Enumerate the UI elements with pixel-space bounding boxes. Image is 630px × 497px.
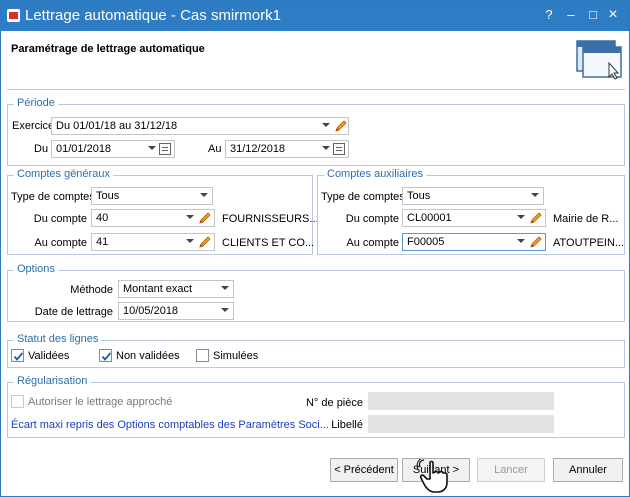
launch-button[interactable]: Lancer <box>477 458 545 482</box>
title-bar[interactable]: Lettrage automatique - Cas smirmork1 ? –… <box>1 1 629 31</box>
piece-field <box>368 392 554 410</box>
autoriser-label: Autoriser le lettrage approché <box>28 396 173 408</box>
previous-button[interactable]: < Précédent <box>330 458 398 482</box>
checkmark-icon <box>101 352 112 361</box>
edit-pencil-icon[interactable] <box>529 211 543 225</box>
ca-au-value[interactable]: F00005 <box>407 236 444 248</box>
chevron-down-icon <box>517 239 525 243</box>
libelle-field <box>368 415 554 433</box>
header-separator <box>7 89 625 90</box>
options-group-title: Options <box>14 263 58 275</box>
cg-au-value: 41 <box>96 236 109 248</box>
chevron-down-icon <box>221 286 229 290</box>
simulees-checkbox[interactable] <box>196 349 209 362</box>
window-title: Lettrage automatique - Cas smirmork1 <box>25 7 281 24</box>
piece-label: N° de pièce <box>306 397 363 409</box>
cg-du-label: Du compte <box>33 213 87 225</box>
chevron-down-icon <box>221 308 229 312</box>
ca-type-label: Type de comptes <box>321 191 405 203</box>
autoriser-checkbox[interactable] <box>11 395 24 408</box>
simulees-label[interactable]: Simulées <box>213 350 258 362</box>
cg-type-label: Type de comptes <box>11 191 95 203</box>
methode-label: Méthode <box>70 284 113 296</box>
lettrage-window: Lettrage automatique - Cas smirmork1 ? –… <box>0 0 630 497</box>
chevron-down-icon <box>531 193 539 197</box>
ca-du-value: CL00001 <box>407 212 452 224</box>
edit-pencil-icon[interactable] <box>198 235 212 249</box>
au-date-value: 31/12/2018 <box>230 143 286 155</box>
close-button[interactable]: × <box>604 6 622 24</box>
chevron-down-icon <box>186 215 194 219</box>
date-lettrage-value: 10/05/2018 <box>123 305 179 317</box>
ca-au-description: ATOUTPEIN... <box>553 237 625 249</box>
chevron-down-icon <box>517 215 525 219</box>
edit-pencil-icon[interactable] <box>198 211 212 225</box>
chevron-down-icon <box>322 146 330 150</box>
exercice-label: Exercice <box>12 120 55 132</box>
ca-type-select[interactable]: Tous <box>402 187 544 205</box>
date-lettrage-label: Date de lettrage <box>34 306 113 318</box>
cg-type-select[interactable]: Tous <box>91 187 213 205</box>
cancel-button[interactable]: Annuler <box>553 458 623 482</box>
du-date-label: Du <box>34 143 49 155</box>
checkmark-icon <box>13 352 24 361</box>
edit-pencil-icon[interactable] <box>334 119 348 133</box>
maximize-button[interactable]: □ <box>584 6 602 24</box>
comptes-generaux-title: Comptes généraux <box>14 168 113 180</box>
hand-cursor-icon <box>416 459 448 493</box>
minimize-button[interactable]: – <box>562 6 580 24</box>
comptes-auxiliaires-title: Comptes auxiliaires <box>324 168 426 180</box>
non-validees-label[interactable]: Non validées <box>116 350 180 362</box>
ca-du-select[interactable]: CL00001 <box>402 209 546 227</box>
ca-au-select[interactable]: F00005 <box>402 233 546 251</box>
date-lettrage-field[interactable]: 10/05/2018 <box>118 302 234 320</box>
methode-value: Montant exact <box>123 283 193 295</box>
cg-au-label: Au compte <box>34 237 87 249</box>
ca-du-label: Du compte <box>345 213 399 225</box>
chevron-down-icon <box>186 239 194 243</box>
du-date-value: 01/01/2018 <box>56 143 112 155</box>
regularisation-group-title: Régularisation <box>14 375 91 387</box>
cg-type-value: Tous <box>96 190 120 202</box>
cg-du-description: FOURNISSEURS... <box>222 213 319 225</box>
chevron-down-icon <box>200 193 208 197</box>
validees-label[interactable]: Validées <box>28 350 69 362</box>
calendar-icon[interactable] <box>333 143 345 155</box>
periode-group-title: Période <box>14 97 58 109</box>
page-title: Paramétrage de lettrage automatique <box>11 43 205 55</box>
statut-group-title: Statut des lignes <box>14 333 102 345</box>
app-icon <box>7 9 20 22</box>
validees-checkbox[interactable] <box>11 349 24 362</box>
ca-du-description: Mairie de R... <box>553 213 619 225</box>
exercice-select[interactable]: Du 01/01/18 au 31/12/18 <box>51 117 349 135</box>
cg-au-select[interactable]: 41 <box>91 233 215 251</box>
du-date-field[interactable]: 01/01/2018 <box>51 140 175 158</box>
non-validees-checkbox[interactable] <box>99 349 112 362</box>
exercice-value: Du 01/01/18 au 31/12/18 <box>56 120 178 132</box>
cg-du-value: 40 <box>96 212 109 224</box>
calendar-icon[interactable] <box>159 143 171 155</box>
cg-au-description: CLIENTS ET CO... <box>222 237 315 249</box>
cg-du-select[interactable]: 40 <box>91 209 215 227</box>
au-date-label: Au <box>208 143 222 155</box>
au-date-field[interactable]: 31/12/2018 <box>225 140 349 158</box>
libelle-label: Libellé <box>331 419 363 431</box>
chevron-down-icon <box>322 123 330 127</box>
ca-au-label: Au compte <box>346 237 399 249</box>
ca-type-value: Tous <box>407 190 431 202</box>
help-button[interactable]: ? <box>540 6 558 24</box>
edit-pencil-icon[interactable] <box>529 235 543 249</box>
chevron-down-icon <box>148 146 156 150</box>
ecart-maxi-link[interactable]: Écart maxi repris des Options comptables… <box>11 419 329 431</box>
wizard-window-icon <box>576 40 622 80</box>
methode-select[interactable]: Montant exact <box>118 280 234 298</box>
